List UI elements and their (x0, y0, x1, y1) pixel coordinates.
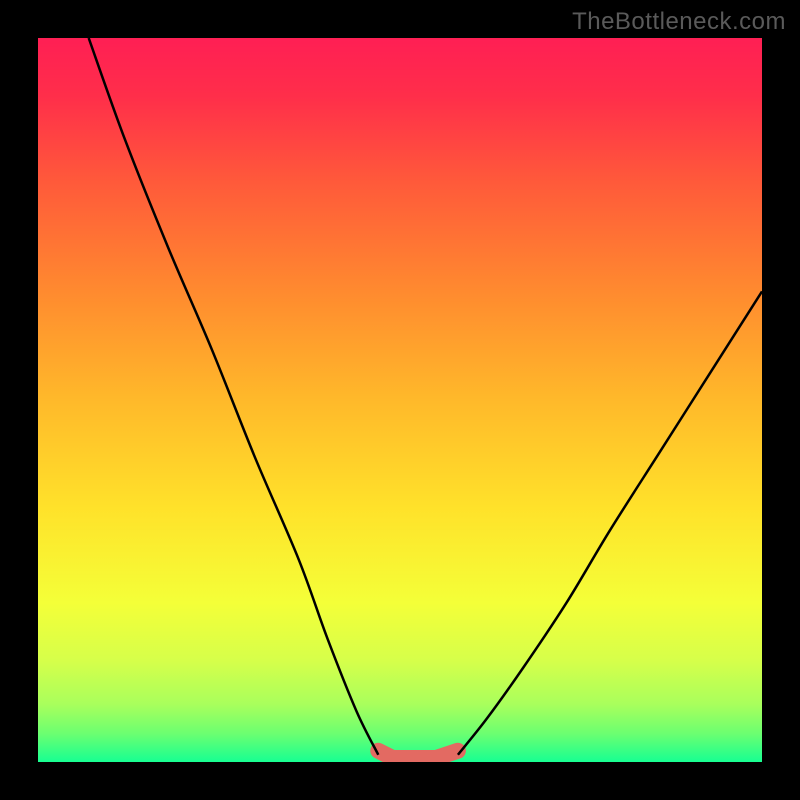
figure-frame: TheBottleneck.com (0, 0, 800, 800)
watermark-text: TheBottleneck.com (572, 8, 786, 36)
optimal-range-band (378, 751, 458, 758)
plot-area (38, 38, 762, 762)
gradient-background (38, 38, 762, 762)
bottleneck-chart (38, 38, 762, 762)
